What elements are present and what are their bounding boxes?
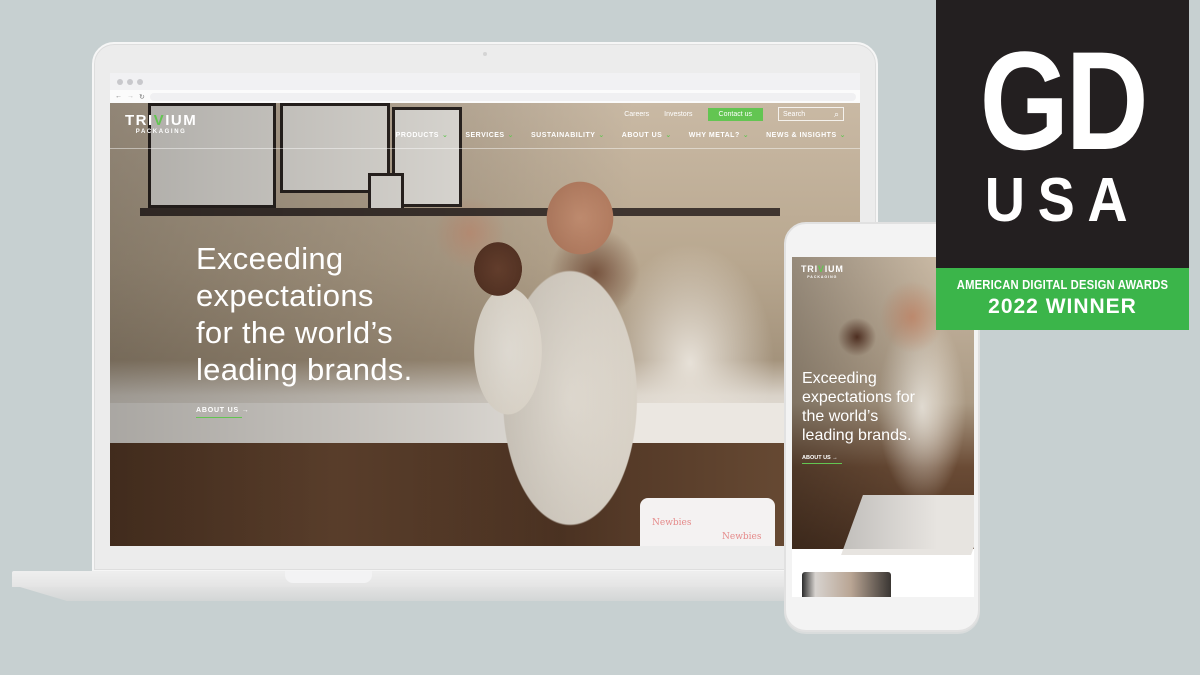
nav-item-news-insights[interactable]: NEWS & INSIGHTS ⌄ — [766, 131, 846, 139]
trivium-logo[interactable]: TRIVIUM PACKAGING — [125, 113, 197, 135]
nav-label: WHY METAL? — [688, 132, 740, 139]
main-nav: PRODUCTS ⌄ SERVICES ⌄ SUSTAINABILITY ⌄ ABOU… — [396, 131, 846, 139]
chevron-down-icon: ⌄ — [441, 132, 449, 139]
hero-headline: Exceeding expectations for the world’s l… — [802, 369, 962, 445]
reload-icon[interactable]: ↻ — [139, 93, 145, 101]
award-banner: AMERICAN DIGITAL DESIGN AWARDS 2022 WINN… — [936, 268, 1189, 330]
hero-headline: Exceeding expectations for the world’s l… — [196, 240, 496, 388]
laptop-foot — [20, 587, 802, 601]
about-us-link[interactable]: ABOUT US → — [802, 455, 842, 464]
award-year: 2022 WINNER — [988, 295, 1137, 318]
logo-text: IUM — [165, 112, 198, 129]
nav-label: NEWS & INSIGHTS — [766, 132, 837, 139]
chevron-down-icon: ⌄ — [598, 132, 605, 139]
nav-item-sustainability[interactable]: SUSTAINABILITY ⌄ — [531, 131, 605, 139]
nav-item-about-us[interactable]: ABOUT US ⌄ — [622, 131, 672, 139]
browser-toolbar: ← → ↻ — [110, 90, 860, 103]
logo-wordmark: TRIVIUM — [125, 113, 197, 128]
award-badge: GD USA AMERICAN DIGITAL DESIGN AWARDS 20… — [936, 0, 1189, 330]
logo-accent: V — [817, 264, 825, 274]
hero-headline-line: leading brands. — [802, 427, 912, 444]
logo-text: TRI — [801, 264, 818, 274]
hero-headline-line: Exceeding — [802, 370, 877, 387]
site-header: TRIVIUM PACKAGING Careers Investors Cont… — [110, 103, 860, 149]
search-placeholder: Search — [783, 110, 806, 118]
browser-titlebar — [110, 73, 860, 90]
about-us-link[interactable]: ABOUT US → — [196, 407, 249, 418]
search-input[interactable]: Search ⌕ — [778, 107, 844, 121]
careers-link[interactable]: Careers — [624, 111, 649, 118]
content-thumbnail[interactable] — [802, 572, 891, 597]
chevron-down-icon: ⌄ — [507, 132, 514, 139]
hero-headline-line: expectations — [196, 278, 374, 313]
laptop-base — [12, 571, 802, 587]
award-title: AMERICAN DIGITAL DESIGN AWARDS — [956, 278, 1169, 292]
nav-item-services[interactable]: SERVICES ⌄ — [465, 131, 514, 139]
logo-text: IUM — [824, 264, 844, 274]
chevron-down-icon: ⌄ — [665, 132, 672, 139]
window-dot-icon[interactable] — [127, 78, 133, 85]
hero-headline-line: expectations for — [802, 389, 915, 406]
laptop-camera — [483, 52, 487, 56]
award-gd-text: GD — [979, 22, 1149, 179]
chevron-down-icon: ⌄ — [839, 132, 846, 139]
chevron-down-icon: ⌄ — [742, 132, 750, 139]
about-us-label: ABOUT US → — [196, 407, 250, 414]
browser-window: ← → ↻ Newbies Newbies TRIVIUM PACKAGING … — [110, 73, 860, 546]
website-hero: Newbies Newbies TRIVIUM PACKAGING Career… — [110, 103, 860, 546]
award-usa-text: USA — [984, 166, 1141, 235]
contact-us-button[interactable]: Contact us — [707, 107, 763, 121]
logo-subtitle: PACKAGING — [807, 275, 838, 279]
hero-headline-line: for the world’s — [196, 315, 393, 350]
window-dot-icon[interactable] — [117, 78, 123, 85]
logo-accent: V — [153, 112, 166, 129]
investors-link[interactable]: Investors — [664, 111, 692, 118]
hero-headline-line: leading brands. — [196, 352, 413, 387]
nav-item-why-metal[interactable]: WHY METAL? ⌄ — [689, 131, 749, 139]
address-bar[interactable] — [149, 92, 856, 101]
nav-label: ABOUT US — [621, 132, 663, 139]
hero-headline-line: Exceeding — [196, 241, 344, 276]
search-icon[interactable]: ⌕ — [834, 109, 839, 120]
utility-nav: Careers Investors Contact us Search ⌕ — [624, 107, 844, 121]
logo-subtitle: PACKAGING — [135, 129, 187, 135]
logo-text: TRI — [125, 112, 154, 129]
nav-label: SUSTAINABILITY — [530, 132, 596, 139]
hero-headline-line: the world’s — [802, 408, 879, 425]
laptop-notch — [285, 571, 372, 583]
nav-label: SERVICES — [465, 132, 505, 139]
forward-arrow-icon[interactable]: → — [127, 93, 134, 100]
award-logo: GD USA — [936, 0, 1189, 268]
nav-label: PRODUCTS — [395, 132, 439, 139]
nav-item-products[interactable]: PRODUCTS ⌄ — [396, 131, 449, 139]
trivium-logo[interactable]: TRIVIUM PACKAGING — [801, 265, 844, 280]
logo-wordmark: TRIVIUM — [801, 265, 844, 274]
back-arrow-icon[interactable]: ← — [115, 93, 122, 100]
window-dot-icon[interactable] — [137, 78, 143, 85]
